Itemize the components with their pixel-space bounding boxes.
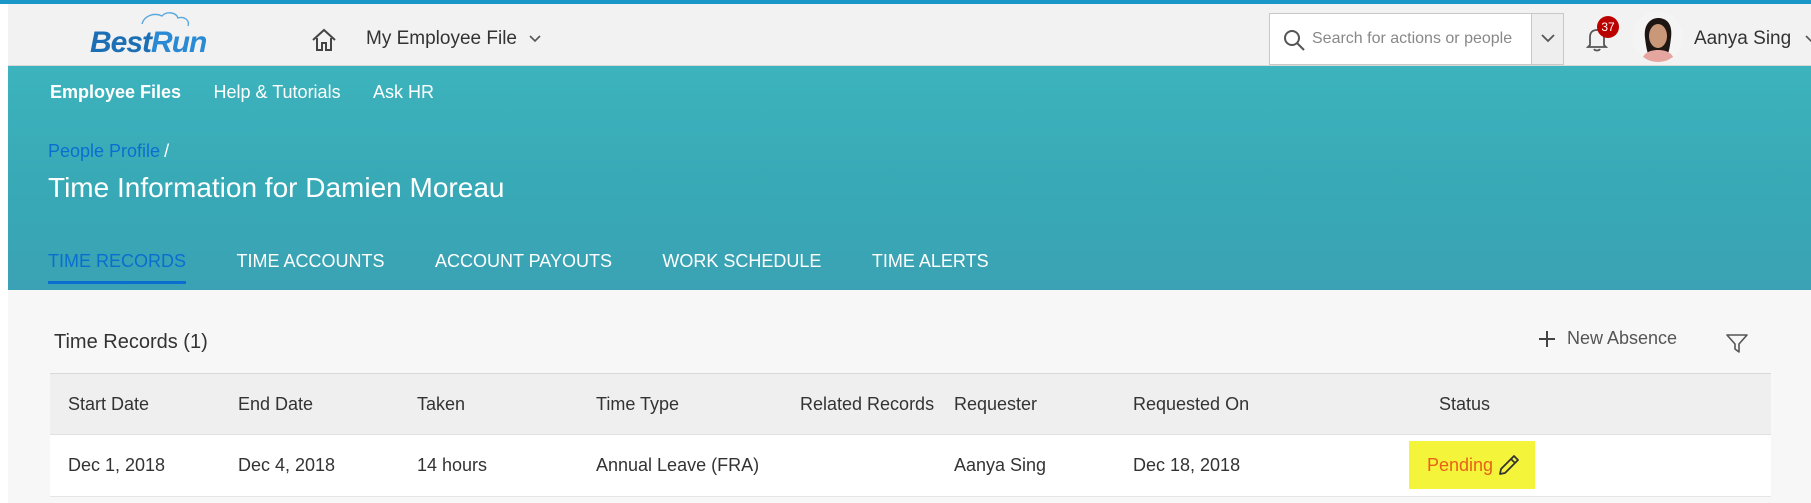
- column-header-related-records[interactable]: Related Records: [800, 374, 934, 434]
- cell-requested-on: Dec 18, 2018: [1133, 455, 1241, 475]
- column-header-requested-on[interactable]: Requested On: [1133, 374, 1249, 434]
- cell-time-type: Annual Leave (FRA): [596, 455, 760, 475]
- home-button[interactable]: [310, 26, 338, 54]
- page: BestRun My Employee File Search for acti…: [8, 4, 1811, 503]
- column-header-time-type[interactable]: Time Type: [596, 374, 679, 434]
- search-icon: [1284, 30, 1305, 51]
- user-menu[interactable]: Aanya Sing: [1694, 28, 1811, 50]
- breadcrumb-separator: /: [164, 141, 170, 161]
- cell-start-date: Dec 1, 2018: [68, 455, 166, 475]
- column-header-taken[interactable]: Taken: [417, 374, 465, 434]
- secondary-nav: Employee Files Help & Tutorials Ask HR: [50, 82, 462, 103]
- tab-work-schedule[interactable]: WORK SCHEDULE: [662, 251, 821, 284]
- new-absence-label: New Absence: [1567, 328, 1678, 348]
- tab-bar: TIME RECORDS TIME ACCOUNTS ACCOUNT PAYOU…: [48, 251, 1035, 290]
- cell-requester: Aanya Sing: [954, 455, 1047, 475]
- notification-count-badge: 37: [1597, 16, 1619, 38]
- search-scope-dropdown[interactable]: [1531, 14, 1563, 64]
- page-header: Employee Files Help & Tutorials Ask HR P…: [8, 66, 1811, 290]
- nav-help-tutorials[interactable]: Help & Tutorials: [214, 82, 341, 103]
- nav-ask-hr[interactable]: Ask HR: [373, 82, 434, 103]
- filter-button[interactable]: [1724, 330, 1750, 356]
- table-row[interactable]: Dec 1, 2018 Dec 4, 2018 14 hours Annual …: [50, 435, 1771, 497]
- table-header-row: Start Date End Date Taken Time Type Rela…: [50, 373, 1771, 435]
- column-header-end-date[interactable]: End Date: [238, 374, 313, 434]
- avatar[interactable]: [1633, 12, 1683, 62]
- nav-employee-files[interactable]: Employee Files: [50, 82, 181, 103]
- company-logo[interactable]: BestRun: [90, 10, 230, 64]
- shell-bar: BestRun My Employee File Search for acti…: [8, 4, 1811, 66]
- status-badge[interactable]: Pending: [1427, 441, 1493, 489]
- chevron-down-icon: [529, 35, 541, 43]
- home-icon: [312, 28, 336, 51]
- time-records-table: Start Date End Date Taken Time Type Rela…: [50, 373, 1771, 497]
- cell-end-date: Dec 4, 2018: [238, 455, 336, 475]
- search-field[interactable]: [1269, 13, 1564, 65]
- plus-icon: [1539, 331, 1555, 348]
- tab-time-records[interactable]: TIME RECORDS: [48, 251, 187, 284]
- filter-icon: [1726, 334, 1748, 353]
- user-photo: [1633, 12, 1683, 62]
- employee-file-menu[interactable]: My Employee File: [366, 28, 542, 54]
- time-records-section: Time Records (1) New Absence Start Date …: [8, 290, 1811, 503]
- app-frame: BestRun My Employee File Search for acti…: [0, 0, 1811, 503]
- breadcrumb: People Profile /: [48, 141, 169, 162]
- page-title: Time Information for Damien Moreau: [48, 172, 505, 203]
- column-header-start-date[interactable]: Start Date: [68, 374, 149, 434]
- edit-pencil-icon[interactable]: [1496, 452, 1522, 478]
- new-absence-button[interactable]: New Absence: [1537, 328, 1677, 358]
- user-name-label: Aanya Sing: [1694, 28, 1792, 49]
- tab-time-accounts[interactable]: TIME ACCOUNTS: [236, 251, 384, 284]
- column-header-requester[interactable]: Requester: [954, 374, 1037, 434]
- employee-file-menu-label: My Employee File: [366, 28, 517, 49]
- chevron-down-icon: [1541, 34, 1555, 43]
- section-title: Time Records (1): [54, 331, 208, 353]
- search-input[interactable]: [1312, 24, 1532, 54]
- chevron-down-icon: [1805, 35, 1811, 42]
- cell-taken: 14 hours: [417, 455, 488, 475]
- logo-wordmark: BestRun: [90, 26, 207, 59]
- column-header-status[interactable]: Status: [1439, 374, 1490, 434]
- tab-time-alerts[interactable]: TIME ALERTS: [872, 251, 989, 284]
- breadcrumb-people-profile[interactable]: People Profile: [48, 141, 160, 161]
- tab-account-payouts[interactable]: ACCOUNT PAYOUTS: [435, 251, 612, 284]
- status-cell-highlight: Pending: [1409, 441, 1535, 489]
